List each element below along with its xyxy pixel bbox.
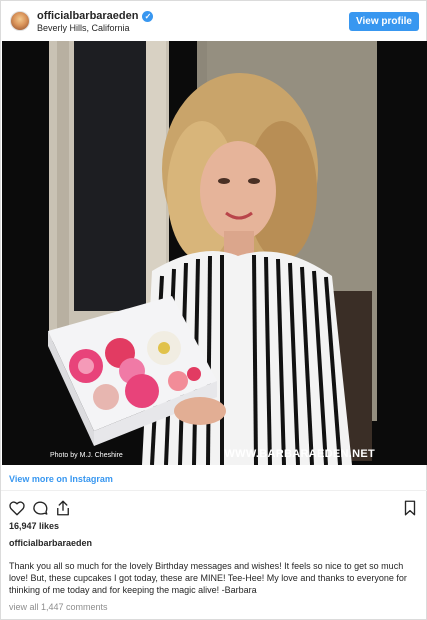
photo-watermark-url: WWW.BARBARAEDEN.NET: [224, 448, 375, 460]
photo-scene-image: [2, 41, 427, 465]
view-profile-button[interactable]: View profile: [349, 12, 419, 31]
username[interactable]: officialbarbaraeden: [37, 10, 138, 22]
likes-count[interactable]: 16,947 likes: [9, 521, 59, 531]
post-header: officialbarbaraeden ✓ Beverly Hills, Cal…: [1, 1, 427, 41]
avatar[interactable]: [10, 11, 30, 31]
view-all-comments-link[interactable]: view all 1,447 comments: [9, 602, 108, 612]
comment-icon[interactable]: [31, 499, 49, 517]
location[interactable]: Beverly Hills, California: [37, 23, 130, 33]
bookmark-icon[interactable]: [401, 499, 419, 517]
post-photo[interactable]: Photo by M.J. Cheshire WWW.BARBARAEDEN.N…: [2, 41, 427, 465]
caption-text: Thank you all so much for the lovely Bir…: [9, 561, 407, 595]
share-icon[interactable]: [54, 499, 72, 517]
username-row[interactable]: officialbarbaraeden ✓: [37, 10, 154, 22]
caption-username[interactable]: officialbarbaraeden: [9, 538, 92, 548]
heart-icon[interactable]: [8, 499, 26, 517]
verified-check-icon: ✓: [142, 10, 154, 22]
photo-credit: Photo by M.J. Cheshire: [50, 452, 123, 459]
view-more-link[interactable]: View more on Instagram: [9, 474, 113, 484]
divider: [1, 490, 427, 491]
instagram-embed-card: officialbarbaraeden ✓ Beverly Hills, Cal…: [0, 0, 427, 620]
action-bar: [1, 497, 427, 519]
